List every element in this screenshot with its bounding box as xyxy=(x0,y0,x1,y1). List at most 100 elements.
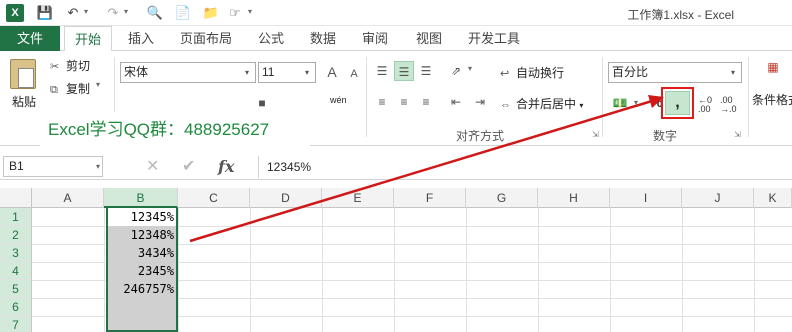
tab-formulas[interactable]: 公式 xyxy=(250,26,292,51)
cell-b3[interactable]: 3434% xyxy=(108,244,176,262)
tab-view[interactable]: 视图 xyxy=(408,26,450,51)
select-all-button[interactable] xyxy=(0,188,32,208)
title-bar: X 💾 ↶ ▾ ↷ ▾ 🔍 📄 📁 ☞ ▾ 工作簿1.xlsx - Excel xyxy=(0,0,792,26)
highlight-box xyxy=(661,87,694,119)
fill-color-icon[interactable]: ■ xyxy=(252,93,272,113)
shrink-font-button[interactable]: A xyxy=(344,64,364,84)
touch-mode-icon[interactable]: ☞ xyxy=(226,4,244,22)
increase-decimal-icon[interactable]: ←0.00 xyxy=(698,96,712,114)
merge-center-button[interactable]: ⇔ 合并后居中 ▾ xyxy=(500,95,583,112)
tab-developer[interactable]: 开发工具 xyxy=(462,26,526,51)
chevron-down-icon: ▾ xyxy=(730,68,735,77)
undo-icon[interactable]: ↶ xyxy=(64,4,82,22)
ribbon-tabs: 文件 开始 插入 页面布局 公式 数据 审阅 视图 开发工具 xyxy=(0,26,792,52)
customize-qat-icon[interactable]: ▾ xyxy=(248,7,252,16)
chevron-down-icon: ▾ xyxy=(244,68,249,77)
copy-dropdown-icon[interactable]: ▾ xyxy=(96,80,100,89)
phonetic-button[interactable]: wén xyxy=(330,95,347,105)
align-center-icon[interactable]: ≡ xyxy=(394,92,414,112)
copy-button[interactable]: ⧉ 复制 xyxy=(50,80,90,97)
column-header-g[interactable]: G xyxy=(466,188,538,208)
tab-page-layout[interactable]: 页面布局 xyxy=(172,26,240,51)
column-header-e[interactable]: E xyxy=(322,188,394,208)
decrease-indent-icon[interactable]: ⇤ xyxy=(446,92,466,112)
font-name-select[interactable]: 宋体 ▾ xyxy=(120,62,256,83)
conditional-formatting-icon[interactable]: ▦ xyxy=(760,57,786,83)
page-icon[interactable]: 📄 xyxy=(174,4,192,22)
chevron-down-icon: ▾ xyxy=(95,162,100,171)
paste-button[interactable]: 粘贴 xyxy=(12,93,36,110)
number-group-label: 数字 xyxy=(652,129,677,143)
dialog-launcher-icon[interactable]: ⇲ xyxy=(734,130,741,139)
align-bottom-icon[interactable]: ☰ xyxy=(416,61,436,81)
column-header-k[interactable]: K xyxy=(754,188,792,208)
print-preview-icon[interactable]: 🔍 xyxy=(146,4,164,22)
undo-dropdown-icon[interactable]: ▾ xyxy=(84,7,88,16)
wrap-text-button[interactable]: ↩ 自动换行 xyxy=(500,64,564,81)
save-icon[interactable]: 💾 xyxy=(36,4,54,22)
align-left-icon[interactable]: ≡ xyxy=(372,92,392,112)
increase-indent-icon[interactable]: ⇥ xyxy=(470,92,490,112)
row-header-6[interactable]: 6 xyxy=(0,298,32,316)
name-box[interactable]: B1 ▾ xyxy=(3,156,103,177)
font-size-select[interactable]: 11 ▾ xyxy=(258,62,316,83)
cell-b6[interactable] xyxy=(108,298,176,316)
open-folder-icon[interactable]: 📁 xyxy=(202,4,220,22)
cut-button[interactable]: ✂ 剪切 xyxy=(50,57,90,74)
cancel-icon[interactable]: ✕ xyxy=(146,156,159,178)
tab-insert[interactable]: 插入 xyxy=(118,26,164,51)
tab-data[interactable]: 数据 xyxy=(302,26,344,51)
divider xyxy=(748,57,749,137)
cell-b4[interactable]: 2345% xyxy=(108,262,176,280)
formula-input[interactable]: 12345% xyxy=(258,156,792,178)
cell-b1[interactable]: 12345% xyxy=(108,208,176,226)
cell-b7[interactable] xyxy=(108,316,176,332)
worksheet-grid[interactable]: A B C D E F G H I J K 1 2 3 4 5 6 7 1234… xyxy=(0,188,792,332)
enter-icon[interactable]: ✔ xyxy=(182,156,195,178)
align-top-icon[interactable]: ☰ xyxy=(372,61,392,81)
redo-dropdown-icon[interactable]: ▾ xyxy=(124,7,128,16)
redo-icon[interactable]: ↷ xyxy=(104,4,122,22)
row-header-4[interactable]: 4 xyxy=(0,262,32,280)
cell-b2[interactable]: 12348% xyxy=(108,226,176,244)
tab-file[interactable]: 文件 xyxy=(0,26,60,51)
divider xyxy=(602,57,603,137)
wrap-text-icon: ↩ xyxy=(500,68,510,80)
column-header-d[interactable]: D xyxy=(250,188,322,208)
conditional-formatting-button[interactable]: 条件格式 xyxy=(752,91,792,108)
column-header-a[interactable]: A xyxy=(32,188,104,208)
column-header-h[interactable]: H xyxy=(538,188,610,208)
window-title: 工作簿1.xlsx - Excel xyxy=(627,8,734,22)
paste-icon[interactable] xyxy=(10,59,36,89)
row-header-5[interactable]: 5 xyxy=(0,280,32,298)
number-format-select[interactable]: 百分比 ▾ xyxy=(608,62,742,83)
column-header-i[interactable]: I xyxy=(610,188,682,208)
copy-icon: ⧉ xyxy=(50,84,58,96)
excel-logo-icon[interactable]: X xyxy=(6,4,24,22)
grow-font-button[interactable]: A xyxy=(322,62,342,82)
row-header-7[interactable]: 7 xyxy=(0,316,32,332)
qq-group-banner: Excel学习QQ群：488925627 xyxy=(40,112,310,148)
orientation-dropdown-icon[interactable]: ▾ xyxy=(468,64,472,73)
accounting-format-icon[interactable]: 💵 xyxy=(610,93,630,113)
insert-function-icon[interactable]: fx xyxy=(218,156,234,178)
row-header-1[interactable]: 1 xyxy=(0,208,32,226)
dialog-launcher-icon[interactable]: ⇲ xyxy=(592,130,599,139)
accounting-dropdown-icon[interactable]: ▾ xyxy=(634,98,638,107)
row-header-2[interactable]: 2 xyxy=(0,226,32,244)
column-header-c[interactable]: C xyxy=(178,188,250,208)
scissors-icon: ✂ xyxy=(50,61,60,73)
align-right-icon[interactable]: ≡ xyxy=(416,92,436,112)
tab-review[interactable]: 审阅 xyxy=(354,26,396,51)
orientation-icon[interactable]: ⇗ xyxy=(446,61,466,81)
divider xyxy=(366,57,367,137)
tab-home[interactable]: 开始 xyxy=(64,26,112,52)
decrease-decimal-icon[interactable]: .00 →.0 xyxy=(720,96,737,114)
column-header-b[interactable]: B xyxy=(104,188,178,208)
column-header-f[interactable]: F xyxy=(394,188,466,208)
row-header-3[interactable]: 3 xyxy=(0,244,32,262)
column-header-j[interactable]: J xyxy=(682,188,754,208)
alignment-group-label: 对齐方式 xyxy=(455,129,504,143)
align-middle-icon[interactable]: ☰ xyxy=(394,61,414,81)
cell-b5[interactable]: 246757% xyxy=(108,280,176,298)
